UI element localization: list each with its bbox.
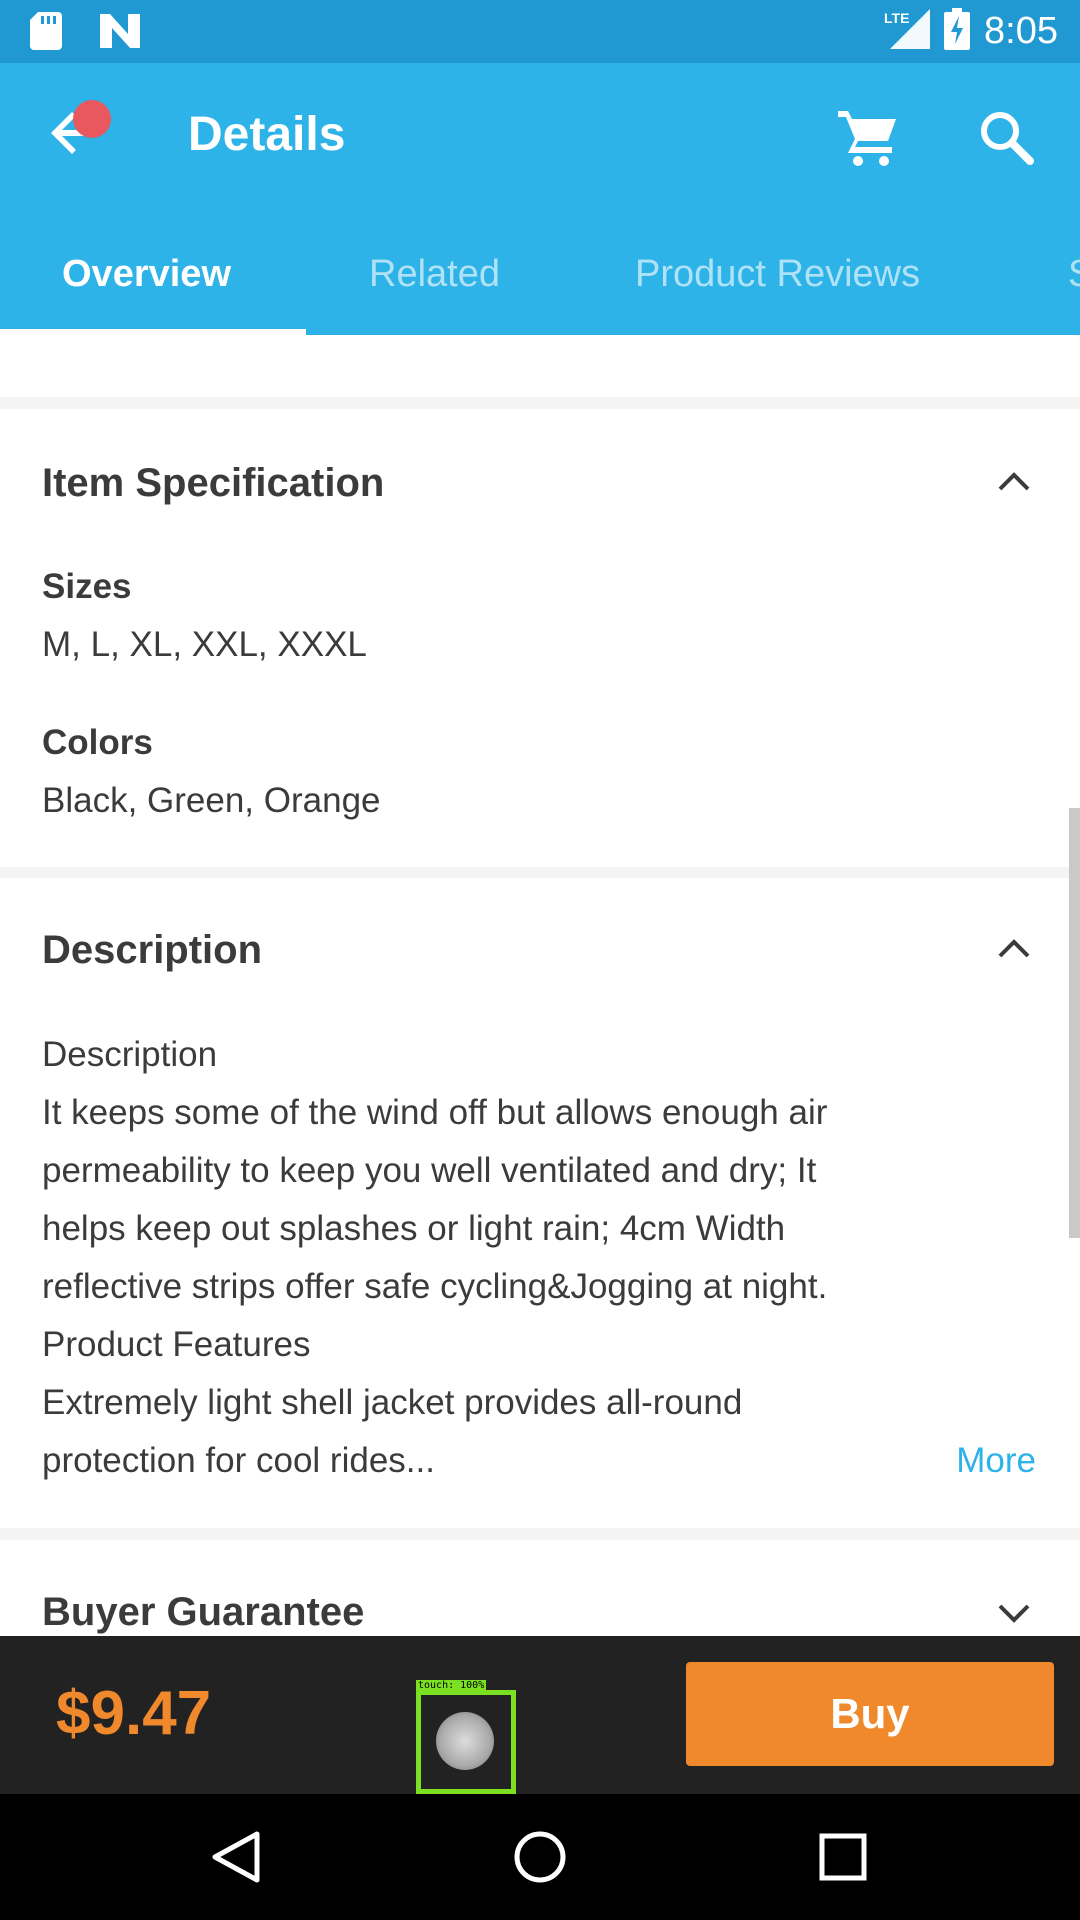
sizes-label: Sizes [42,567,132,606]
description-line: Product Features [42,1325,311,1364]
description-card: Description Description It keeps some of… [0,878,1080,1528]
description-line: helps keep out splashes or light rain; 4… [42,1209,786,1248]
description-title: Description [42,928,263,972]
tab-product-reviews[interactable]: Product Reviews [635,253,920,296]
app-bar: Details [0,63,1080,211]
more-link[interactable]: More [956,1441,1036,1481]
colors-label: Colors [42,723,153,762]
status-bar: LTE 8:05 [0,0,1080,63]
tab-partial[interactable]: S [1068,253,1080,296]
svg-text:LTE: LTE [884,10,909,26]
colors-value: Black, Green, Orange [42,781,381,820]
scrollbar[interactable] [1069,808,1080,1238]
description-line: Description [42,1035,218,1074]
description-line: It keeps some of the wind off but allows… [42,1093,828,1132]
chevron-up-icon[interactable] [990,926,1038,974]
status-left-icons [30,12,140,55]
navigation-bar [0,1794,1080,1920]
buyer-guarantee-title: Buyer Guarantee [42,1590,365,1634]
search-icon [981,112,1034,165]
status-time: 8:05 [984,10,1058,52]
n-icon [100,14,140,53]
tab-overview[interactable]: Overview [62,253,231,296]
page-title: Details [188,108,346,161]
touch-indicator-dot [436,1712,494,1770]
search-button[interactable] [974,105,1040,171]
item-spec-card: Item Specification Sizes M, L, XL, XXL, … [0,409,1080,867]
description-line: Extremely light shell jacket provides al… [42,1383,743,1422]
sd-card-icon [30,12,62,55]
buy-button[interactable]: Buy [686,1662,1054,1766]
description-line: reflective strips offer safe cycling&Jog… [42,1267,828,1306]
lte-signal-icon: LTE [884,9,931,54]
tab-related[interactable]: Related [369,253,500,296]
description-line: permeability to keep you well ventilated… [42,1151,817,1190]
back-triangle-icon[interactable] [201,1822,271,1892]
buyer-guarantee-card[interactable]: Buyer Guarantee [0,1540,1080,1636]
sizes-value: M, L, XL, XXL, XXXL [42,625,367,664]
tab-bar: Overview Related Product Reviews S [0,211,1080,335]
notification-badge [73,100,111,138]
battery-charging-icon [944,8,971,55]
price: $9.47 [56,1679,212,1748]
cart-button[interactable] [836,105,902,171]
home-circle-icon[interactable] [505,1822,575,1892]
recents-square-icon[interactable] [808,1822,878,1892]
bottom-bar: $9.47 touch: 100% Buy [0,1636,1080,1794]
chevron-up-icon[interactable] [990,459,1038,507]
chevron-down-icon[interactable] [990,1588,1038,1636]
status-right-icons: LTE 8:05 [884,8,1058,55]
item-spec-title: Item Specification [42,461,385,505]
description-line: protection for cool rides... [42,1441,435,1480]
cart-icon [838,111,896,166]
previous-card [0,335,1080,397]
